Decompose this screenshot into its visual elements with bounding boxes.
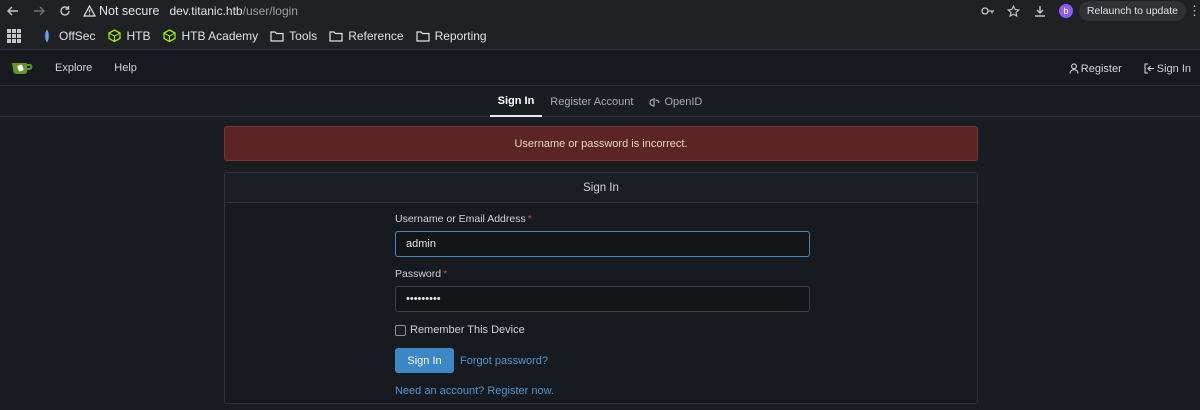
bookmark-label: HTB Academy (181, 28, 259, 43)
menu-kebab-icon[interactable]: ⋮ (1188, 3, 1200, 19)
warning-icon (82, 4, 96, 18)
username-label-text: Username or Email Address (395, 213, 526, 225)
password-label-text: Password (395, 268, 442, 280)
remember-checkbox[interactable] (395, 324, 406, 336)
htb-cube-icon (162, 29, 176, 43)
arrow-left-icon (7, 6, 18, 16)
bookmark-label: Reporting (434, 28, 487, 43)
forward-button[interactable] (26, 0, 52, 22)
password-key-icon[interactable] (975, 0, 1001, 22)
nav-sign-in[interactable]: Sign In (1144, 63, 1191, 75)
security-label[interactable]: Not secure (99, 4, 159, 18)
register-link[interactable]: Need an account? Register now. (395, 385, 810, 397)
download-icon[interactable] (1027, 0, 1053, 22)
sign-in-card: Sign In Username or Email Address * admin… (224, 172, 978, 404)
sign-in-icon (1144, 63, 1154, 74)
remember-label: Remember This Device (410, 324, 525, 336)
nav-register[interactable]: Register (1069, 63, 1122, 75)
bookmark-label: HTB (126, 28, 151, 43)
bookmark-label: Reference (348, 28, 404, 43)
htb-cube-icon (107, 29, 121, 43)
sign-in-form: Username or Email Address * admin Passwor… (395, 213, 810, 397)
apps-grid-icon[interactable] (6, 28, 22, 44)
profile-avatar[interactable]: b (1058, 4, 1073, 18)
arrow-right-icon (34, 6, 45, 16)
username-label: Username or Email Address * (395, 213, 810, 227)
card-title: Sign In (225, 173, 977, 203)
bookmark-star-icon[interactable] (1001, 0, 1027, 22)
tab-openid[interactable]: OpenID (641, 87, 710, 117)
nav-help[interactable]: Help (114, 62, 137, 74)
remember-device[interactable]: Remember This Device (395, 324, 810, 336)
relaunch-button[interactable]: Relaunch to update (1078, 1, 1186, 21)
bookmark-htb-academy[interactable]: HTB Academy (162, 29, 258, 43)
username-input[interactable]: admin (395, 231, 810, 257)
error-message: Username or password is incorrect. (224, 126, 978, 161)
address-bar[interactable]: Not secure dev.titanic.htb/user/login (82, 4, 298, 18)
gitea-logo-icon[interactable] (11, 60, 33, 76)
tab-register-account[interactable]: Register Account (542, 87, 641, 117)
required-asterisk: * (443, 268, 448, 280)
app-navbar: Explore Help Register Sign In (0, 51, 1200, 86)
password-input[interactable]: ••••••••• (395, 286, 810, 312)
required-asterisk: * (527, 213, 532, 225)
forgot-password-link[interactable]: Forgot password? (460, 355, 548, 367)
reload-icon (60, 6, 70, 16)
password-label: Password * (395, 268, 810, 282)
bookmark-label: Tools (289, 28, 318, 43)
reload-button[interactable] (52, 0, 78, 22)
folder-icon (270, 29, 284, 43)
folder-icon (415, 29, 430, 43)
bookmark-folder-reference[interactable]: Reference (329, 28, 404, 43)
auth-tabs: Sign In Register Account OpenID (0, 87, 1200, 117)
tab-openid-label: OpenID (664, 96, 703, 108)
openid-icon (649, 98, 661, 107)
folder-icon (329, 29, 343, 43)
bookmark-folder-tools[interactable]: Tools (270, 29, 317, 43)
bookmark-label: OffSec (59, 28, 96, 43)
url-path[interactable]: /user/login (243, 4, 298, 18)
tab-sign-in[interactable]: Sign In (489, 87, 543, 117)
back-button[interactable] (0, 0, 26, 22)
nav-sign-in-label: Sign In (1156, 62, 1191, 75)
nav-register-label: Register (1080, 62, 1122, 75)
bookmark-htb[interactable]: HTB (107, 29, 150, 43)
browser-toolbar: Not secure dev.titanic.htb/user/login b … (0, 0, 1200, 22)
bookmark-offsec[interactable]: OffSec (40, 29, 95, 43)
url-host[interactable]: dev.titanic.htb (169, 4, 242, 18)
nav-explore[interactable]: Explore (55, 62, 92, 74)
bookmark-folder-reporting[interactable]: Reporting (415, 28, 487, 43)
person-icon (1069, 63, 1079, 74)
offsec-icon (40, 29, 54, 43)
bookmarks-bar: OffSec HTB HTB Academy Tools Reference R… (0, 22, 1200, 50)
sign-in-button[interactable]: Sign In (395, 348, 454, 373)
